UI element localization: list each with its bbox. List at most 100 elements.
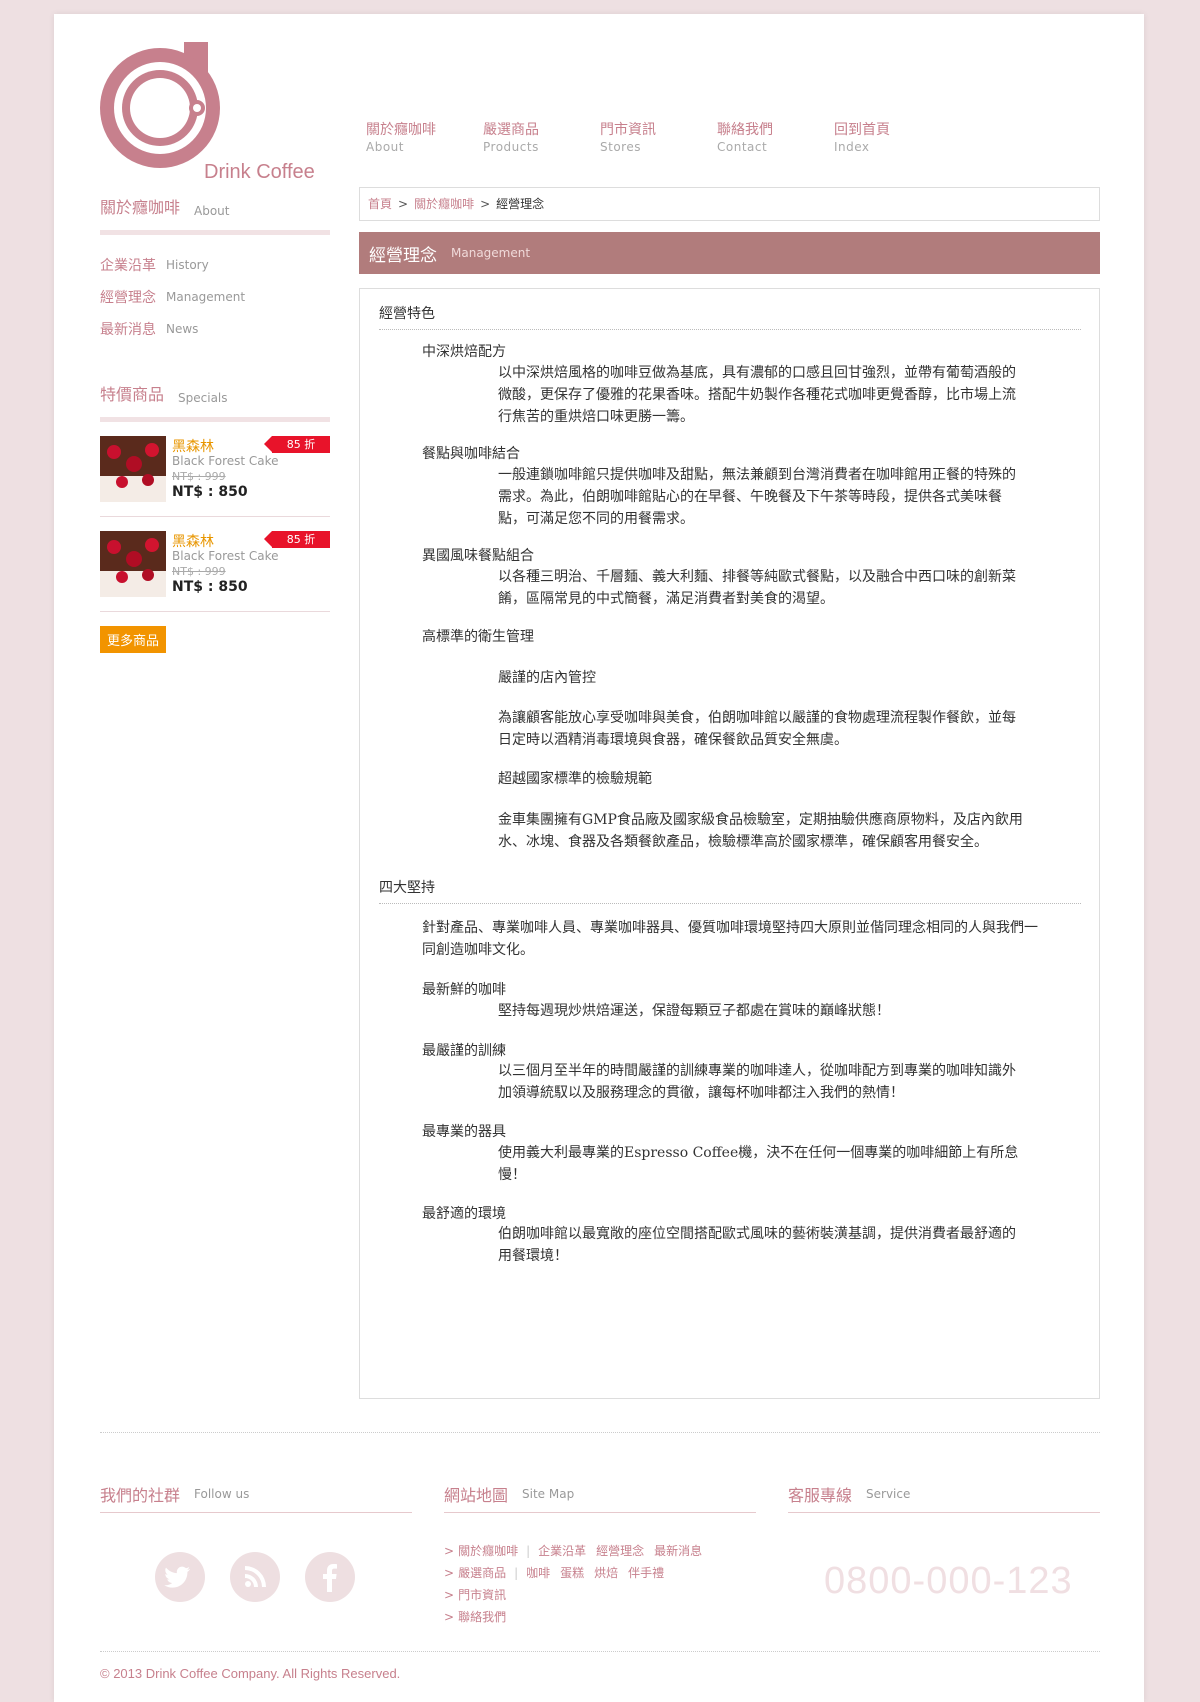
section-title: 四大堅持 [379, 877, 1081, 904]
heading-zh: 特價商品 [100, 385, 165, 404]
sitemap-link-news[interactable]: 最新消息 [654, 1544, 702, 1558]
item-text: 以中深烘焙風格的咖啡豆做為基底，具有濃郁的口感且回甘強烈，並帶有葡萄酒般的微酸，… [498, 365, 1016, 425]
product-card[interactable]: 黑森林 Black Forest Cake NT$ : 999 NT$ : 85… [100, 422, 330, 517]
item-title: 餐點與咖啡結合 [422, 446, 520, 462]
nav-sublabel: Contact [717, 140, 768, 154]
item-title: 中深烘焙配方 [422, 344, 506, 360]
arrow-icon: > [444, 1566, 455, 1580]
separator: | [526, 1544, 531, 1558]
page-subtitle: Management [451, 246, 531, 260]
sidebar-item-sublabel: Management [166, 290, 246, 304]
sitemap-link-contact[interactable]: 聯絡我們 [458, 1610, 506, 1624]
nav-sublabel: Products [483, 140, 539, 154]
sitemap-row: > 關於癮咖啡 | 企業沿革 經營理念 最新消息 [444, 1540, 702, 1562]
sitemap-link-stores[interactable]: 門市資訊 [458, 1588, 506, 1602]
item-title: 異國風味餐點組合 [422, 548, 534, 564]
product-name-en: Black Forest Cake [172, 454, 279, 468]
nav-about[interactable]: 關於癮咖啡 About [366, 121, 483, 155]
facebook-icon[interactable] [305, 1552, 355, 1602]
discount-badge: 85 折 [264, 531, 330, 548]
breadcrumb-separator: > [398, 197, 409, 211]
rss-icon[interactable] [230, 1552, 280, 1602]
sitemap-link-products[interactable]: 嚴選商品 [458, 1566, 506, 1580]
item-text: 使用義大利最專業的Espresso Coffee機，決不在任何一個專業的咖啡細節… [498, 1145, 1019, 1183]
item-text: 嚴謹的店內管控 [498, 670, 596, 686]
sidebar-item-label: 企業沿革 [100, 258, 156, 274]
sidebar-item-sublabel: History [166, 258, 209, 272]
sitemap-row: > 嚴選商品 | 咖啡 蛋糕 烘焙 伴手禮 [444, 1562, 702, 1584]
product-card[interactable]: 黑森林 Black Forest Cake NT$ : 999 NT$ : 85… [100, 517, 330, 612]
copyright: © 2013 Drink Coffee Company. All Rights … [100, 1666, 401, 1681]
sitemap-link-gift[interactable]: 伴手禮 [628, 1566, 664, 1580]
breadcrumb-current: 經營理念 [496, 197, 545, 211]
sidebar-item-history[interactable]: 企業沿革 History [100, 249, 330, 281]
heading-en: Follow us [194, 1487, 250, 1501]
footer-divider [100, 1651, 1100, 1652]
product-price: NT$ : 850 [172, 579, 248, 595]
social-icons [155, 1552, 380, 1602]
more-products-button[interactable]: 更多商品 [100, 626, 167, 653]
arrow-icon: > [444, 1610, 455, 1624]
footer-sitemap-column: 網站地圖 Site Map [444, 1476, 756, 1513]
specials-section: 特價商品 Specials 黑森林 Black Forest Cake NT$ … [100, 381, 330, 653]
page: Drink Coffee 關於癮咖啡 About 嚴選商品 Products 門市資… [54, 14, 1144, 1702]
separator: | [514, 1566, 519, 1580]
sidebar-menu: 企業沿革 History 經營理念 Management 最新消息 News [100, 249, 330, 345]
sidebar-item-management[interactable]: 經營理念 Management [100, 281, 330, 313]
sitemap-link-coffee[interactable]: 咖啡 [526, 1566, 550, 1580]
sitemap-links: > 關於癮咖啡 | 企業沿革 經營理念 最新消息 > 嚴選商品 | 咖啡 蛋糕 烘焙 伴手禮 > 門市資… [444, 1540, 702, 1628]
nav-index[interactable]: 回到首頁 Index [834, 121, 951, 155]
heading-en: Site Map [522, 1487, 575, 1501]
item-title: 最舒適的環境 [422, 1206, 506, 1222]
item-text: 一般連鎖咖啡館只提供咖啡及甜點，無法兼顧到台灣消費者在咖啡館用正餐的特殊的需求。… [498, 467, 1016, 527]
footer-heading-sitemap: 網站地圖 Site Map [444, 1476, 756, 1513]
heading-zh: 關於癮咖啡 [100, 198, 181, 217]
section-title: 經營特色 [379, 303, 1081, 330]
product-name: 黑森林 [172, 534, 214, 550]
footer-service-column: 客服專線 Service [788, 1476, 1100, 1513]
heading-en: Specials [178, 391, 228, 405]
arrow-icon: > [444, 1544, 455, 1558]
breadcrumb-parent[interactable]: 關於癮咖啡 [414, 197, 474, 211]
sitemap-link-history[interactable]: 企業沿革 [538, 1544, 586, 1558]
nav-products[interactable]: 嚴選商品 Products [483, 121, 600, 155]
discount-badge: 85 折 [264, 436, 330, 453]
cake-image [100, 436, 166, 502]
heading-zh: 網站地圖 [444, 1486, 509, 1505]
sitemap-row: > 聯絡我們 [444, 1606, 702, 1628]
sitemap-link-roast[interactable]: 烘焙 [594, 1566, 618, 1580]
heading-en: Service [866, 1487, 911, 1501]
article-content: 經營特色 中深烘焙配方 以中深烘焙風格的咖啡豆做為基底，具有濃郁的口感且回甘強烈… [359, 288, 1100, 1399]
page-title-bar: 經營理念 Management [359, 232, 1100, 274]
heading-zh: 我們的社群 [100, 1486, 181, 1505]
nav-contact[interactable]: 聯絡我們 Contact [717, 121, 834, 155]
sidebar-item-news[interactable]: 最新消息 News [100, 313, 330, 345]
item-title: 最專業的器具 [422, 1124, 506, 1140]
nav-stores[interactable]: 門市資訊 Stores [600, 121, 717, 155]
product-name-en: Black Forest Cake [172, 549, 279, 563]
sitemap-link-cake[interactable]: 蛋糕 [560, 1566, 584, 1580]
breadcrumb-home[interactable]: 首頁 [368, 197, 392, 211]
item-title: 高標準的衛生管理 [422, 629, 534, 645]
item-text: 金車集團擁有GMP食品廠及國家級食品檢驗室，定期抽驗供應商原物料，及店內飲用水、… [498, 812, 1023, 850]
product-name: 黑森林 [172, 439, 214, 455]
footer-social-column: 我們的社群 Follow us [100, 1476, 412, 1513]
main-nav: 關於癮咖啡 About 嚴選商品 Products 門市資訊 Stores 聯絡我們 C… [366, 121, 951, 155]
product-old-price: NT$ : 999 [172, 470, 226, 483]
item-text: 為讓顧客能放心享受咖啡與美食，伯朗咖啡館以嚴謹的食物處理流程製作餐飲，並每日定時… [498, 710, 1016, 748]
logo[interactable]: Drink Coffee [100, 42, 330, 192]
sitemap-row: > 門市資訊 [444, 1584, 702, 1606]
cake-image [100, 531, 166, 597]
item-title: 最嚴謹的訓練 [422, 1043, 506, 1059]
product-price: NT$ : 850 [172, 484, 248, 500]
nav-label: 聯絡我們 [717, 122, 773, 138]
sidebar-heading-specials: 特價商品 Specials [100, 381, 330, 422]
nav-label: 回到首頁 [834, 122, 890, 138]
item-text: 超越國家標準的檢驗規範 [498, 771, 652, 787]
service-phone: 0800-000-123 [824, 1560, 1073, 1602]
sitemap-link-management[interactable]: 經營理念 [596, 1544, 644, 1558]
twitter-icon[interactable] [155, 1552, 205, 1602]
sitemap-link-about[interactable]: 關於癮咖啡 [458, 1544, 518, 1558]
item-title: 最新鮮的咖啡 [422, 982, 506, 998]
sidebar-item-label: 經營理念 [100, 290, 156, 306]
